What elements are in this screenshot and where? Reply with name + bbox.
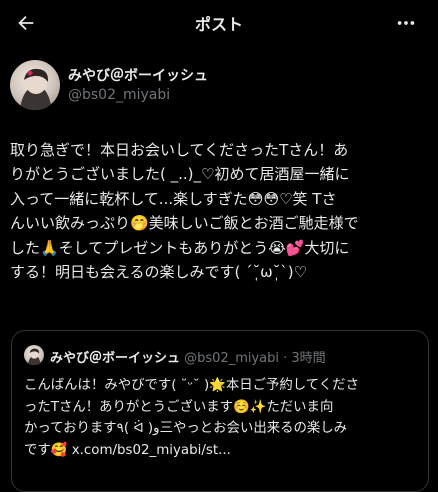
quoted-line: かっております٩( ᐛ )و三やっとお会い出来るの楽しみ [24, 421, 348, 436]
post-line: んいい飲みっぷり🤭美味しいご飯とお酒ご馳走様で [10, 214, 359, 233]
quoted-text: こんばんは！みやびです( ˘ᵕ˘ )🌟本日ご予約してくださ ったTさん！ありがと… [24, 375, 420, 461]
top-bar: ポスト [0, 0, 438, 46]
author-name[interactable]: みやび＠ボーイッシュ [68, 65, 208, 85]
quoted-meta: @bs02_miyabi · 3時間 [180, 351, 326, 366]
quoted-avatar-image [28, 348, 41, 365]
quoted-line: ったTさん！ありがとうございます☺️✨ただいま向 [24, 399, 334, 415]
more-horizontal-icon [397, 21, 415, 25]
post-line: 入って一緒に乾杯して...楽しすぎた😳😳♡笑 Tさ [10, 189, 337, 208]
post-author: みやび＠ボーイッシュ @bs02_miyabi [10, 60, 430, 114]
more-button[interactable] [392, 9, 420, 37]
quoted-line: こんばんは！みやびです( ˘ᵕ˘ )🌟本日ご予約してくださ [24, 378, 359, 393]
quoted-post[interactable]: みやび＠ボーイッシュ @bs02_miyabi · 3時間 こんばんは！みやびで… [11, 330, 429, 492]
post-text: 取り急ぎで！本日お会いしてくださったTさん！あ りがとうございました( _..)… [10, 138, 430, 284]
avatar-image [20, 68, 52, 110]
quoted-header: みやび＠ボーイッシュ @bs02_miyabi · 3時間 [50, 347, 326, 366]
post-line: した🙏そしてプレゼントもありがとう😭💕大切に [10, 238, 350, 257]
quoted-line: です🥰 x.com/bs02_miyabi/st... [24, 442, 231, 458]
quoted-avatar [24, 345, 44, 365]
author-handle[interactable]: @bs02_miyabi [68, 87, 170, 103]
page-title: ポスト [194, 15, 243, 34]
post-line: りがとうございました( _..)_♡初めて居酒屋一緒に [10, 165, 350, 184]
post-line: する！明日も会えるの楽しみです( ´˘̩ω˘̩`)♡ [10, 263, 308, 282]
avatar[interactable] [10, 60, 60, 110]
back-button[interactable] [12, 9, 40, 37]
arrow-left-icon [18, 15, 34, 31]
quoted-author-name: みやび＠ボーイッシュ [50, 351, 181, 366]
post-line: 取り急ぎで！本日お会いしてくださったTさん！あ [10, 141, 349, 159]
